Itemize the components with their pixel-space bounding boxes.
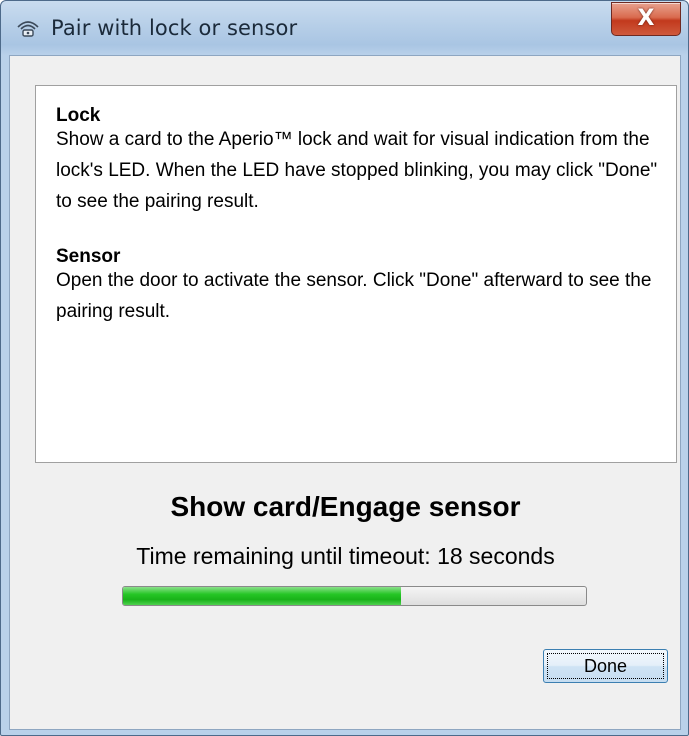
time-remaining-text: Time remaining until timeout: 18 seconds [136,543,555,569]
instructions-panel: Lock Show a card to the Aperio™ lock and… [35,85,677,463]
done-button[interactable]: Done [543,649,668,683]
status-title: Show card/Engage sensor [170,491,521,522]
sensor-section-body: Open the door to activate the sensor. Cl… [56,270,652,322]
close-icon: X [637,6,655,31]
close-button[interactable]: X [611,2,681,36]
lock-section-body: Show a card to the Aperio™ lock and wait… [56,129,658,212]
wireless-pair-icon [17,21,39,37]
timeout-progress-bar [122,586,587,606]
focus-rectangle [547,653,664,679]
title-bar[interactable]: Pair with lock or sensor X [1,1,688,55]
window-title: Pair with lock or sensor [51,16,298,40]
pair-dialog-window: Pair with lock or sensor X Lock Show a c… [0,0,689,736]
progress-fill [123,587,401,605]
